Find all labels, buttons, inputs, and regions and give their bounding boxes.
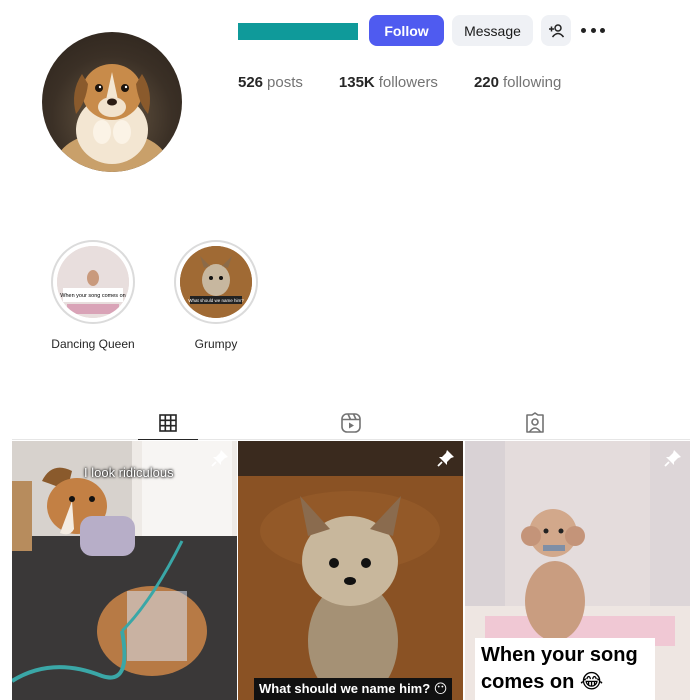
pinned-icon xyxy=(664,450,681,467)
highlight-label: Grumpy xyxy=(194,337,238,351)
tagged-icon xyxy=(526,412,544,433)
suggested-accounts-button[interactable] xyxy=(541,15,571,46)
person-plus-icon xyxy=(549,23,564,37)
post-caption: I look ridiculous xyxy=(84,465,174,480)
post-caption-line: When your song xyxy=(481,644,638,666)
posts-count: 526 posts xyxy=(238,74,303,91)
reels-icon xyxy=(341,413,361,433)
tab-reels[interactable] xyxy=(321,406,381,440)
pinned-icon xyxy=(437,450,454,467)
grid-icon xyxy=(159,413,177,432)
puppy-avatar-image xyxy=(57,64,167,172)
post-caption: What should we name him? 😶 xyxy=(254,678,453,700)
tab-tagged[interactable] xyxy=(505,406,565,440)
username-redacted xyxy=(238,23,358,40)
post-3[interactable]: When your song comes on 😂 xyxy=(465,441,690,700)
profile-stats: 526 posts 135K followers 220 following xyxy=(238,74,597,91)
tab-posts[interactable] xyxy=(138,406,198,440)
post-1[interactable]: I look ridiculous xyxy=(12,441,237,700)
svg-text:When your song comes on: When your song comes on xyxy=(60,293,125,299)
followers-count[interactable]: 135K followers xyxy=(339,74,438,91)
post-2[interactable]: What should we name him? 😶 xyxy=(238,441,463,700)
message-button[interactable]: Message xyxy=(452,15,533,46)
highlight-ring: What should we name him? xyxy=(174,240,258,324)
profile-avatar[interactable] xyxy=(42,32,182,172)
highlight-ring: When your song comes on xyxy=(51,240,135,324)
svg-text:What should we name him?: What should we name him? xyxy=(188,298,244,303)
post-image-yorkie xyxy=(238,441,463,700)
follow-button[interactable]: Follow xyxy=(369,15,444,46)
more-options-icon[interactable] xyxy=(581,20,605,40)
post-caption-line: comes on 😂 xyxy=(481,671,604,693)
pinned-icon xyxy=(211,450,228,467)
highlight-dancing-queen[interactable]: When your song comes on Dancing Queen xyxy=(48,240,138,351)
post-caption-box: When your song comes on 😂 xyxy=(475,638,655,700)
highlight-thumbnail: When your song comes on xyxy=(57,246,129,318)
highlight-grumpy[interactable]: What should we name him? Grumpy xyxy=(171,240,261,351)
highlight-label: Dancing Queen xyxy=(51,337,135,351)
following-count[interactable]: 220 following xyxy=(474,74,561,91)
highlight-thumbnail: What should we name him? xyxy=(180,246,252,318)
